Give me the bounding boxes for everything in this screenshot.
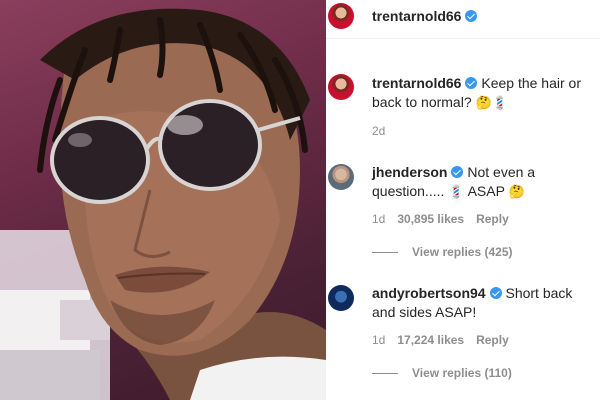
verified-badge-icon xyxy=(465,10,478,22)
caption-username[interactable]: trentarnold66 xyxy=(372,75,461,91)
view-replies-label: View replies (425) xyxy=(412,245,513,259)
author-avatar[interactable] xyxy=(328,3,354,29)
post-header: trentarnold66 xyxy=(326,0,600,38)
comment-likes[interactable]: 17,224 likes xyxy=(397,333,464,347)
header-divider xyxy=(326,38,600,39)
comment-emoji: 💈 xyxy=(448,185,465,200)
view-replies-label: View replies (110) xyxy=(412,366,512,380)
caption-text: trentarnold66 Keep the hair or back to n… xyxy=(372,74,596,113)
comment-username[interactable]: andyrobertson94 xyxy=(372,285,486,301)
reply-button[interactable]: Reply xyxy=(476,333,509,347)
verified-badge-icon xyxy=(489,287,502,299)
post-photo[interactable] xyxy=(0,0,326,400)
comment-meta: 1d 30,895 likes Reply xyxy=(372,212,521,226)
commenter-avatar[interactable] xyxy=(328,285,354,311)
verified-badge-icon xyxy=(465,77,478,89)
commenter-avatar[interactable] xyxy=(328,164,354,190)
view-replies-button[interactable]: View replies (110) xyxy=(372,366,512,380)
comment-emoji-end: 🤔 xyxy=(508,185,525,200)
verified-badge-icon xyxy=(451,166,464,178)
replies-line xyxy=(372,252,398,254)
comment-age[interactable]: 1d xyxy=(372,212,385,226)
comments-panel: trentarnold66 trentarnold66 Keep the hai… xyxy=(326,0,600,400)
replies-line xyxy=(372,373,398,375)
comment-username[interactable]: jhenderson xyxy=(372,164,447,180)
selfie-illustration xyxy=(0,8,326,400)
caption-avatar[interactable] xyxy=(328,74,354,100)
header-username[interactable]: trentarnold66 xyxy=(372,8,478,24)
reply-button[interactable]: Reply xyxy=(476,212,509,226)
caption-age[interactable]: 2d xyxy=(372,124,385,138)
comment-age[interactable]: 1d xyxy=(372,333,385,347)
caption-meta: 2d xyxy=(372,124,397,138)
comment-likes[interactable]: 30,895 likes xyxy=(397,212,464,226)
comment-meta: 1d 17,224 likes Reply xyxy=(372,333,521,347)
comment-text: andyrobertson94 Short back and sides ASA… xyxy=(372,284,596,322)
caption-emoji: 🤔💈 xyxy=(475,96,508,111)
view-replies-button[interactable]: View replies (425) xyxy=(372,245,513,259)
comment-text: jhenderson Not even a question..... 💈 AS… xyxy=(372,163,596,202)
comment-body-tail: ASAP xyxy=(467,183,505,199)
